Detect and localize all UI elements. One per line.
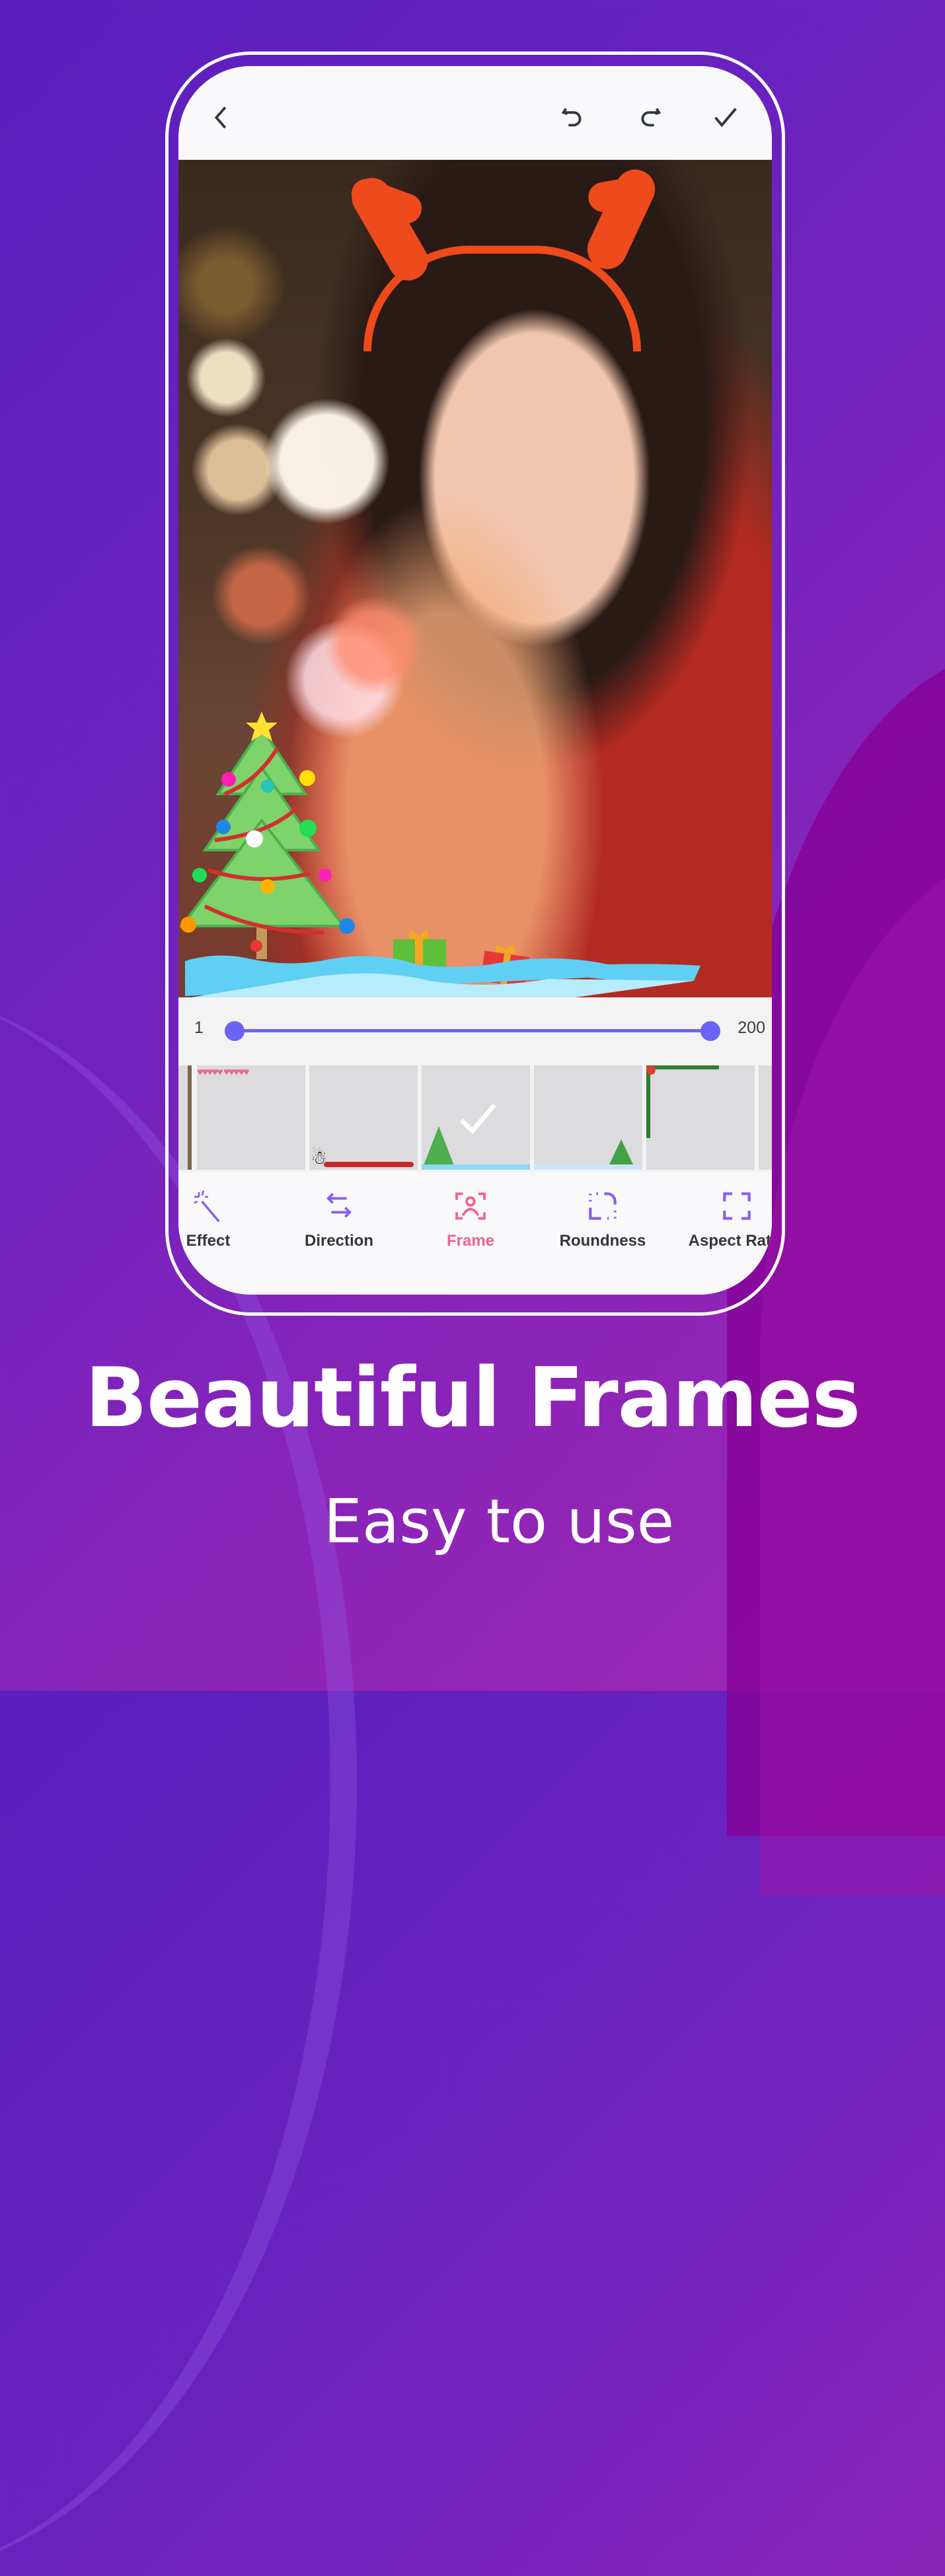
person-frame-icon	[455, 1192, 486, 1220]
back-icon	[214, 106, 227, 129]
size-slider-row: 1 200	[178, 997, 772, 1063]
undo-icon	[561, 108, 582, 127]
holly-decoration	[646, 1065, 719, 1069]
snow-ground-sticker	[185, 955, 700, 997]
hearts-decoration-icon: ♥♥♥♥♥ ♥♥♥♥♥	[197, 1067, 249, 1078]
slider-max-label: 200	[737, 1019, 765, 1037]
phone-screen: 1 200 ♥♥♥♥♥ ♥♥♥♥♥ ☃ Effect Direction Fra…	[178, 66, 772, 1295]
selected-check-icon	[459, 1103, 496, 1135]
tree-icon	[608, 1139, 634, 1167]
top-bar	[178, 66, 772, 160]
tool-direction[interactable]: Direction	[283, 1188, 395, 1250]
frame-thumb-partial[interactable]	[759, 1065, 772, 1170]
tool-frame[interactable]: Frame	[414, 1188, 527, 1250]
frame-thumb-small-tree[interactable]	[534, 1065, 642, 1170]
frame-thumb-snowman[interactable]: ☃	[309, 1065, 418, 1170]
roundness-corner-icon	[589, 1192, 617, 1220]
frame-thumb-partial[interactable]	[178, 1065, 192, 1170]
check-icon	[714, 108, 737, 127]
redo-button[interactable]	[629, 98, 669, 137]
slider-track[interactable]	[235, 1029, 710, 1032]
photo-canvas[interactable]	[178, 160, 772, 997]
tool-roundness[interactable]: Roundness	[547, 1188, 659, 1250]
back-button[interactable]	[202, 98, 241, 137]
tool-effect[interactable]: Effect	[178, 1188, 264, 1250]
apply-button[interactable]	[706, 98, 745, 137]
frame-thumb-hearts[interactable]: ♥♥♥♥♥ ♥♥♥♥♥	[197, 1065, 305, 1170]
swap-arrows-icon	[326, 1193, 352, 1218]
frame-picker: ♥♥♥♥♥ ♥♥♥♥♥ ☃	[178, 1060, 772, 1172]
snow-decoration	[534, 1164, 642, 1170]
slider-high-handle[interactable]	[700, 1021, 720, 1041]
tree-icon	[423, 1126, 455, 1167]
aspect-ratio-icon	[723, 1192, 751, 1220]
promo-headline: Beautiful Frames	[85, 1351, 861, 1446]
christmas-tree-sticker	[178, 711, 355, 959]
slider-min-label: 1	[194, 1019, 204, 1037]
bottom-toolbar: Effect Direction Frame Roundness Aspect …	[178, 1176, 772, 1295]
tool-aspect-ratio[interactable]: Aspect Ratio	[681, 1188, 772, 1250]
redo-icon	[641, 108, 662, 127]
holly-decoration	[646, 1065, 650, 1138]
snow-decoration	[422, 1164, 530, 1170]
frame-thumb-christmas-tree[interactable]	[422, 1065, 530, 1170]
promo-subline: Easy to use	[323, 1486, 675, 1557]
undo-button[interactable]	[554, 98, 593, 137]
frame-thumb-holly[interactable]	[646, 1065, 755, 1170]
magic-wand-icon	[194, 1190, 220, 1223]
slider-low-handle[interactable]	[225, 1021, 245, 1041]
bell-decoration	[646, 1065, 656, 1075]
garland-decoration	[324, 1162, 414, 1167]
